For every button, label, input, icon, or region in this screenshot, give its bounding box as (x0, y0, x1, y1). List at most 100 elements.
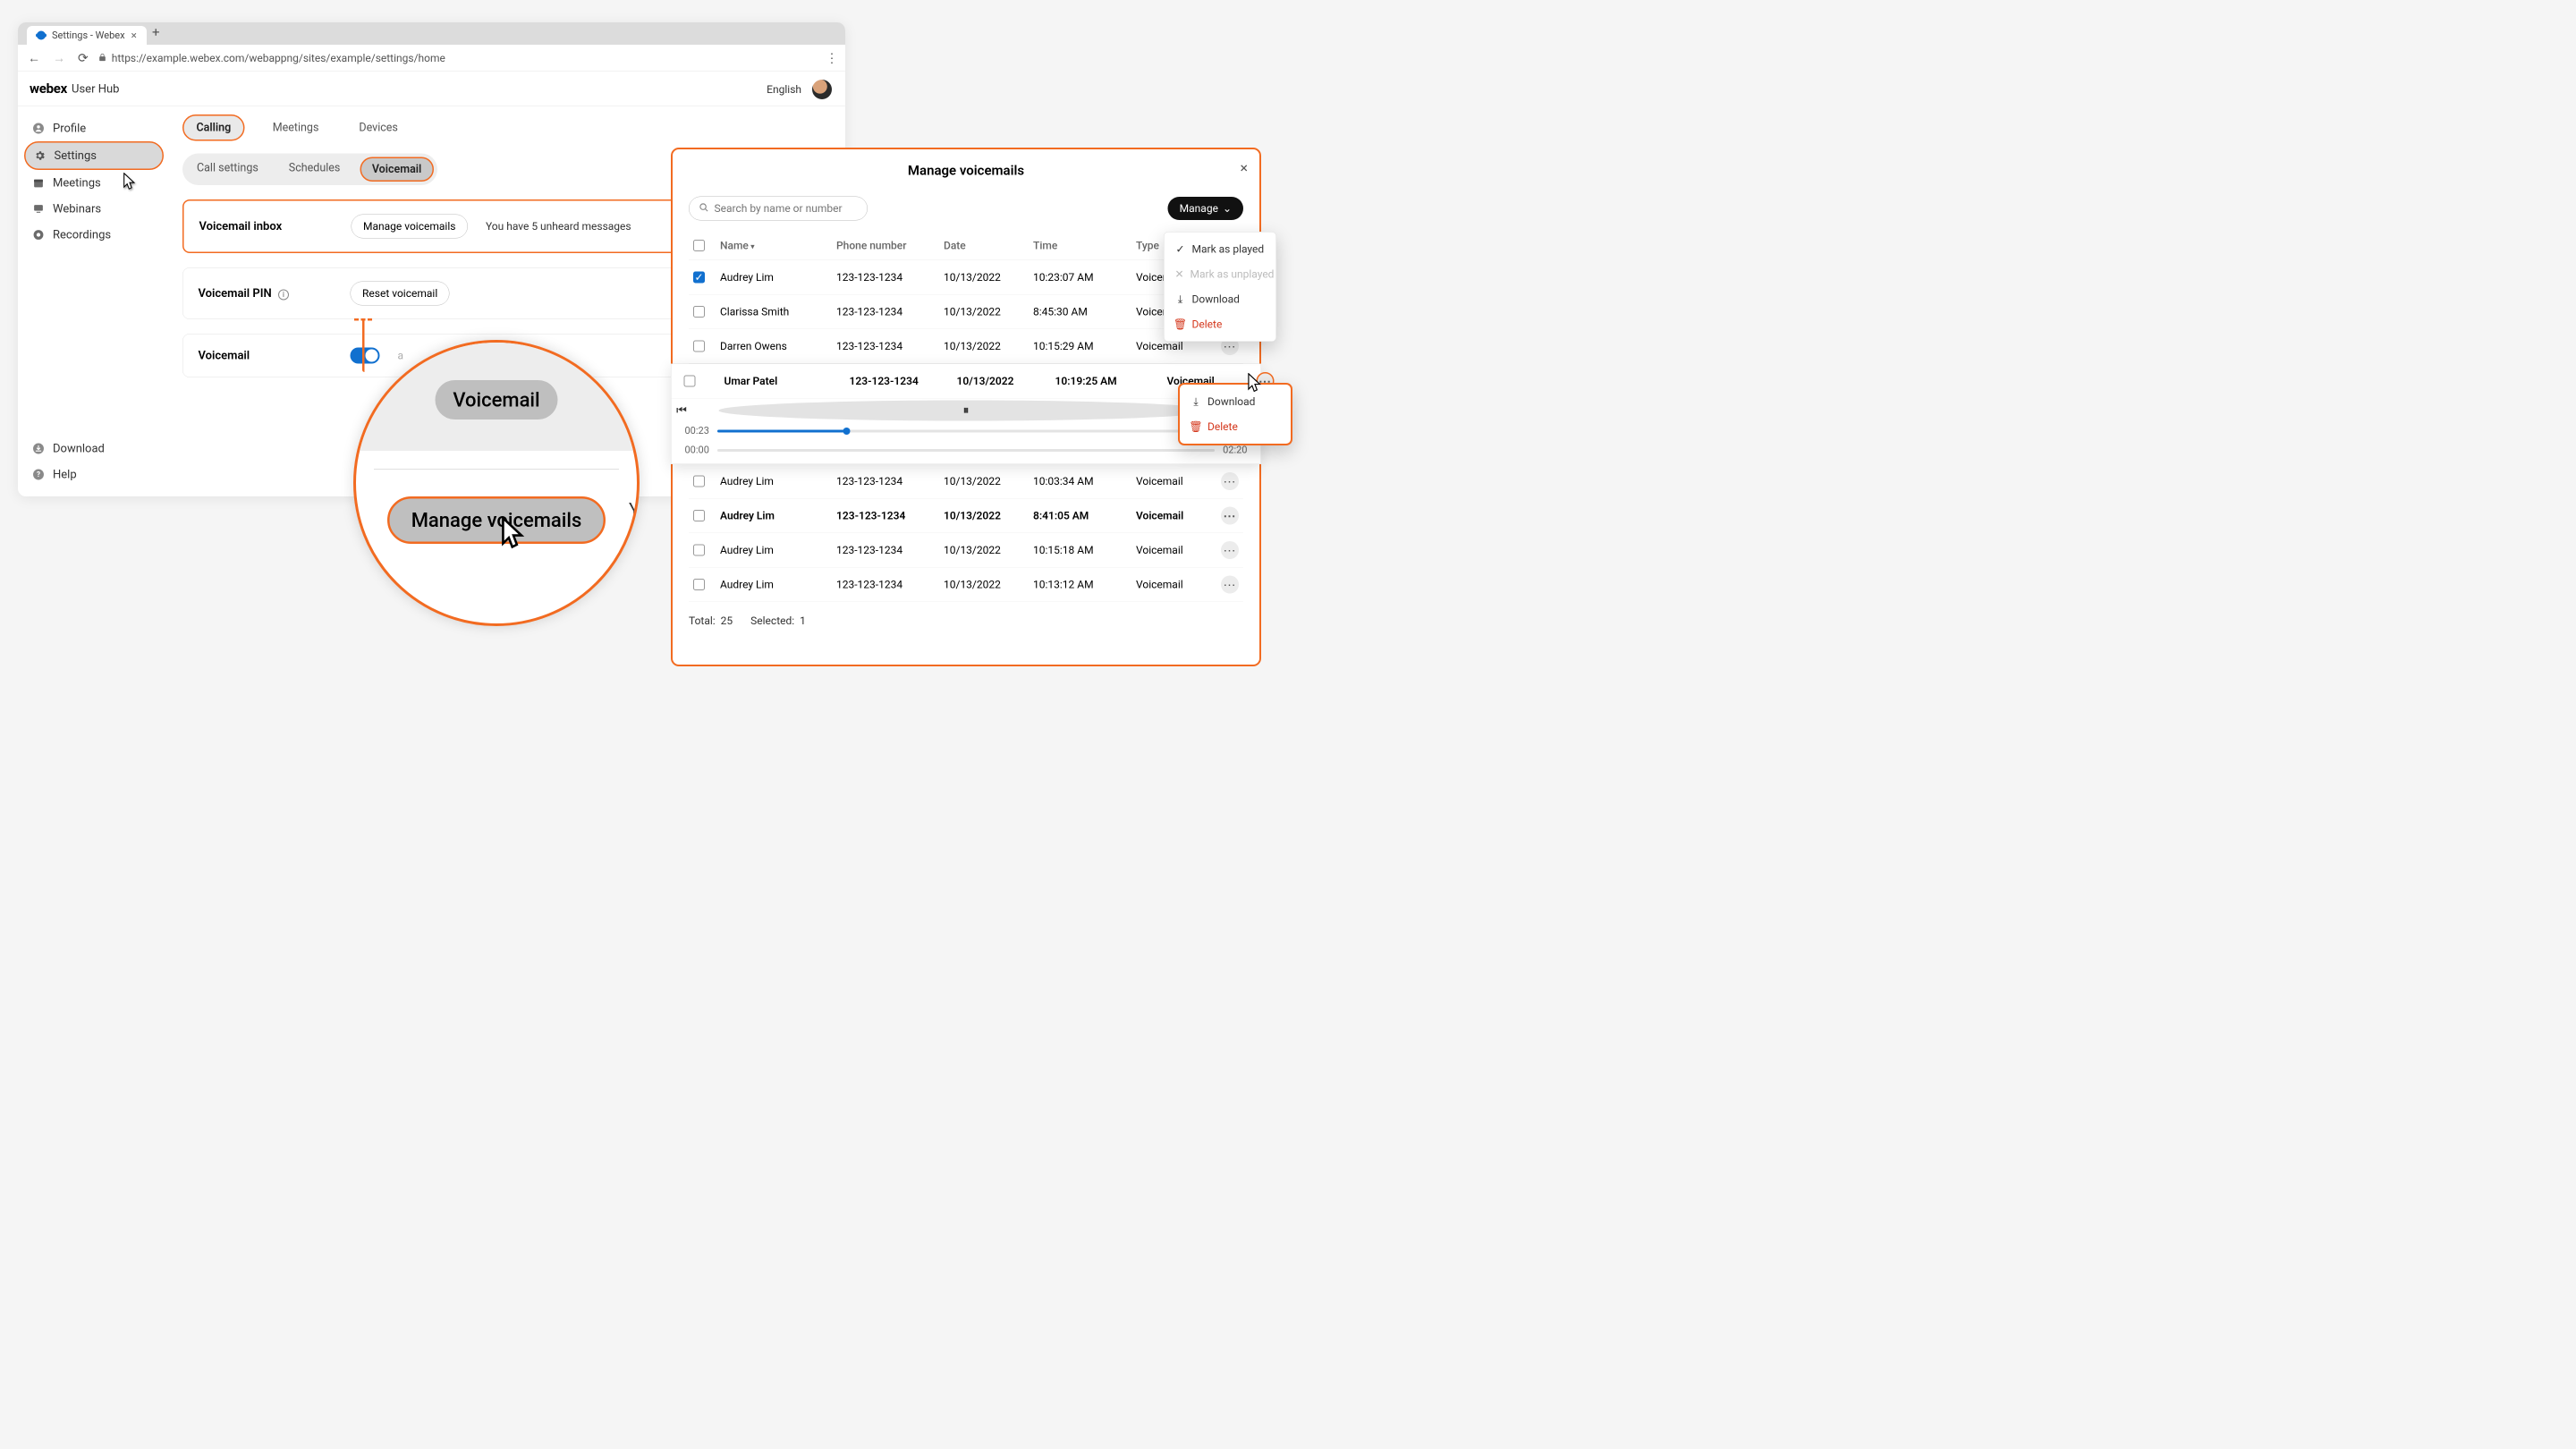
table-row[interactable]: ✓Audrey Lim123-123-123410/13/202210:23:0… (689, 260, 1243, 295)
cell-name: Umar Patel (724, 375, 850, 387)
search-input[interactable] (715, 202, 858, 215)
row-actions-button[interactable]: ⋯ (1221, 576, 1239, 594)
download-icon: ⤓ (1175, 293, 1186, 306)
row-actions-button[interactable]: ⋯ (1221, 541, 1239, 559)
cell-type: Voicemail (1136, 544, 1221, 556)
cell-name: Clarissa Smith (720, 306, 836, 318)
row-checkbox[interactable] (693, 545, 705, 556)
back-icon[interactable]: ← (25, 49, 43, 68)
menu-item[interactable]: ⤓Download (1165, 287, 1276, 312)
row-checkbox[interactable]: ✓ (693, 272, 705, 284)
menu-item: ✕Mark as unplayed (1165, 262, 1276, 287)
row-actions-button[interactable]: ⋯ (1221, 472, 1239, 490)
help-icon: ? (32, 469, 45, 481)
col-time[interactable]: Time (1033, 240, 1136, 252)
magnified-manage-voicemails-button: Manage voicemails (387, 496, 606, 544)
svg-text:?: ? (37, 470, 40, 479)
sidebar-item-label: Settings (55, 149, 97, 163)
cell-date: 10/13/2022 (957, 375, 1055, 387)
manage-voicemails-button[interactable]: Manage voicemails (352, 215, 468, 239)
cell-name: Audrey Lim (720, 579, 836, 591)
subtab-voicemail[interactable]: Voicemail (360, 157, 433, 182)
truncated-text: Y (629, 499, 640, 521)
sidebar-item-settings[interactable]: Settings (24, 141, 164, 170)
new-tab-button[interactable]: + (152, 25, 160, 46)
menu-item[interactable]: ✓Mark as played (1165, 237, 1276, 262)
row-checkbox[interactable] (693, 579, 705, 590)
col-name[interactable]: Name (720, 240, 836, 252)
sidebar-item-recordings[interactable]: Recordings (24, 222, 164, 248)
voicemail-toggle[interactable] (351, 348, 380, 364)
table-row[interactable]: Clarissa Smith123-123-123410/13/20228:45… (689, 295, 1243, 330)
subtab-call-settings[interactable]: Call settings (186, 157, 269, 182)
tab-calling[interactable]: Calling (182, 114, 245, 141)
trash-icon: 🗑 (1175, 318, 1186, 331)
tab-meetings[interactable]: Meetings (260, 116, 332, 140)
cell-phone: 123-123-1234 (836, 510, 944, 522)
language-selector[interactable]: English (767, 83, 801, 96)
cell-phone: 123-123-1234 (836, 544, 944, 556)
browser-tab[interactable]: Settings - Webex × (27, 26, 147, 45)
sidebar-item-download[interactable]: Download (24, 436, 164, 462)
browser-menu-icon[interactable]: ⋮ (826, 51, 838, 66)
table-row[interactable]: Audrey Lim123-123-123410/13/202210:03:34… (689, 464, 1243, 499)
progress-bar[interactable] (717, 429, 1215, 432)
sidebar-item-help[interactable]: ? Help (24, 462, 164, 487)
info-icon[interactable]: i (278, 289, 289, 300)
header-right: English (767, 80, 832, 99)
subtab-schedules[interactable]: Schedules (278, 157, 352, 182)
lock-icon (98, 52, 107, 64)
sidebar-item-label: Meetings (53, 176, 101, 190)
row-checkbox[interactable] (693, 476, 705, 487)
cell-time: 10:19:25 AM (1055, 375, 1167, 387)
table-row[interactable]: Audrey Lim123-123-123410/13/20228:41:05 … (689, 499, 1243, 534)
cell-date: 10/13/2022 (944, 579, 1033, 591)
cell-time: 10:15:29 AM (1033, 340, 1136, 352)
table-header: Name Phone number Date Time Type (689, 232, 1243, 261)
sidebar-item-webinars[interactable]: Webinars (24, 196, 164, 222)
close-tab-icon[interactable]: × (131, 30, 137, 42)
table-row[interactable]: Audrey Lim123-123-123410/13/202210:15:18… (689, 533, 1243, 568)
card-title: Voicemail (199, 349, 333, 362)
menu-item[interactable]: ⤓Download (1180, 389, 1291, 414)
menu-item[interactable]: 🗑Delete (1165, 312, 1276, 337)
sidebar-item-profile[interactable]: Profile (24, 115, 164, 141)
search-field[interactable] (689, 197, 868, 221)
cell-date: 10/13/2022 (944, 340, 1033, 352)
tab-devices[interactable]: Devices (346, 116, 410, 140)
close-icon[interactable]: × (1240, 159, 1248, 176)
menu-item[interactable]: 🗑Delete (1180, 414, 1291, 439)
manage-dropdown-button[interactable]: Manage ⌄ (1168, 197, 1243, 220)
sidebar-item-label: Recordings (53, 228, 111, 242)
select-all-checkbox[interactable] (693, 240, 705, 251)
download-icon: ⤓ (1191, 395, 1201, 408)
card-title: Voicemail inbox (199, 220, 334, 233)
person-icon (32, 123, 45, 135)
progress-bar-2[interactable] (717, 449, 1215, 452)
prev-track-icon[interactable]: ⏮ (672, 401, 692, 421)
table-row[interactable]: Darren Owens123-123-123410/13/202210:15:… (689, 329, 1243, 364)
col-date[interactable]: Date (944, 240, 1033, 252)
pause-button[interactable]: ⏸ (719, 401, 1214, 421)
row-checkbox[interactable] (693, 510, 705, 521)
annotation-connector (354, 318, 372, 321)
table-row[interactable]: Audrey Lim123-123-123410/13/202210:13:12… (689, 568, 1243, 603)
cell-time: 10:23:07 AM (1033, 271, 1136, 284)
row-checkbox[interactable] (693, 306, 705, 318)
url-field[interactable]: https://example.webex.com/webappng/sites… (98, 52, 445, 64)
reload-icon[interactable]: ⟳ (75, 49, 91, 68)
cell-type: Voicemail (1136, 340, 1221, 352)
row-checkbox[interactable] (693, 341, 705, 352)
sidebar-item-meetings[interactable]: Meetings (24, 170, 164, 196)
sidebar-item-label: Webinars (53, 202, 101, 216)
sidebar-item-label: Download (53, 442, 105, 455)
col-phone[interactable]: Phone number (836, 240, 944, 252)
avatar[interactable] (812, 80, 832, 99)
forward-icon[interactable]: → (50, 49, 68, 68)
cell-type: Voicemail (1136, 579, 1221, 591)
url-text: https://example.webex.com/webappng/sites… (112, 52, 445, 64)
cell-phone: 123-123-1234 (836, 579, 944, 591)
row-actions-button[interactable]: ⋯ (1221, 507, 1239, 525)
row-checkbox[interactable] (684, 376, 696, 387)
reset-voicemail-button[interactable]: Reset voicemail (351, 282, 450, 306)
